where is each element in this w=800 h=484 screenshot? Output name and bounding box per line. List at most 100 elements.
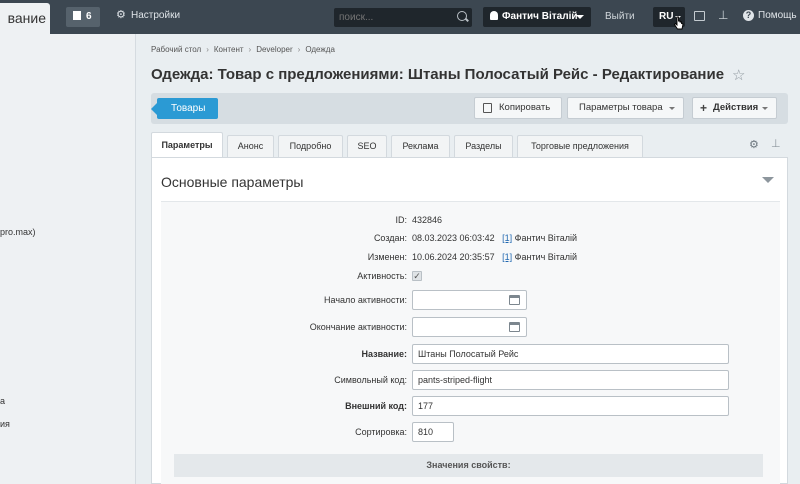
user-name: Фантич Віталій bbox=[502, 11, 578, 22]
created-user-link[interactable]: [1] bbox=[502, 233, 512, 243]
chevron-down-icon bbox=[762, 107, 768, 110]
actions-label: Действия bbox=[713, 102, 759, 113]
tab-seo[interactable]: SEO bbox=[347, 135, 387, 157]
gear-icon: ⚙ bbox=[116, 9, 126, 21]
left-menu-item[interactable]: pro.max) bbox=[0, 227, 36, 237]
edit-panel: Основные параметры ID: 432846 Создан: 08… bbox=[151, 157, 788, 484]
back-to-list-button[interactable]: Товары bbox=[151, 98, 218, 119]
id-value: 432846 bbox=[412, 215, 443, 225]
active-checkbox[interactable]: ✓ bbox=[412, 271, 422, 281]
gear-icon[interactable]: ⚙ bbox=[749, 138, 759, 151]
tab-advertising[interactable]: Реклама bbox=[391, 135, 450, 157]
properties-heading: Значения свойств: bbox=[174, 454, 763, 477]
sort-label: Сортировка: bbox=[355, 427, 407, 437]
tab-trade-offers[interactable]: Торговые предложения bbox=[517, 135, 643, 157]
chevron-down-icon bbox=[576, 15, 584, 19]
code-label: Символьный код: bbox=[334, 375, 407, 385]
star-icon[interactable]: ☆ bbox=[732, 66, 745, 84]
notification-icon bbox=[73, 11, 81, 20]
modified-user-link[interactable]: [1] bbox=[502, 252, 512, 262]
section-title: Основные параметры bbox=[161, 174, 304, 190]
breadcrumb-item[interactable]: Контент bbox=[214, 45, 244, 54]
search-icon[interactable] bbox=[457, 11, 467, 21]
calendar-icon[interactable] bbox=[509, 322, 520, 332]
breadcrumb: Рабочий стол › Контент › Developer › Одежда bbox=[151, 45, 335, 54]
created-value: 08.03.2023 06:03:42 [1] Фантич Віталій bbox=[412, 228, 577, 248]
toolbar: Товары Копировать Параметры товара + Дейс… bbox=[151, 93, 788, 124]
page-title: Одежда: Товар с предложениями: Штаны Пол… bbox=[151, 66, 725, 83]
user-icon bbox=[490, 11, 498, 20]
modified-user: Фантич Віталій bbox=[514, 252, 578, 262]
left-menu-item[interactable]: ия bbox=[0, 419, 10, 429]
calendar-icon[interactable] bbox=[509, 295, 520, 305]
collapse-icon[interactable] bbox=[762, 177, 774, 183]
row-active: Активность: ✓ bbox=[161, 266, 780, 286]
notifications-count: 6 bbox=[86, 11, 92, 22]
active-label: Активность: bbox=[357, 271, 407, 281]
row-active-start: Начало активности: bbox=[161, 290, 780, 310]
user-menu-button[interactable]: Фантич Віталій bbox=[483, 7, 591, 27]
left-menu: pro.max) а ия bbox=[0, 34, 136, 484]
tab-bar: Параметры Анонс Подробно SEO Реклама Раз… bbox=[151, 132, 788, 157]
language-label: RU bbox=[659, 11, 674, 22]
active-start-input[interactable] bbox=[412, 290, 527, 310]
row-code: Символьный код: pants-striped-flight bbox=[161, 370, 780, 390]
notifications-button[interactable]: 6 bbox=[66, 7, 100, 27]
top-bar: вание 6 ⚙Настройки Фантич Віталій Выйти … bbox=[0, 0, 800, 34]
pin-icon[interactable]: ⊥ bbox=[771, 137, 781, 150]
tab-params[interactable]: Параметры bbox=[151, 132, 223, 157]
row-sort: Сортировка: 810 bbox=[161, 422, 780, 442]
row-active-end: Окончание активности: bbox=[161, 317, 780, 337]
copy-label: Копировать bbox=[499, 102, 551, 113]
settings-label: Настройки bbox=[131, 10, 181, 21]
active-end-label: Окончание активности: bbox=[309, 322, 407, 332]
row-created: Создан: 08.03.2023 06:03:42 [1] Фантич В… bbox=[161, 228, 780, 248]
desktop-tab[interactable]: вание bbox=[0, 3, 50, 34]
row-modified: Изменен: 10.06.2024 20:35:57 [1] Фантич … bbox=[161, 247, 780, 267]
sort-input[interactable]: 810 bbox=[412, 422, 454, 442]
code-input[interactable]: pants-striped-flight bbox=[412, 370, 729, 390]
breadcrumb-separator-icon: › bbox=[297, 45, 301, 54]
search-input[interactable] bbox=[334, 8, 449, 27]
tab-details[interactable]: Подробно bbox=[278, 135, 343, 157]
active-end-input[interactable] bbox=[412, 317, 527, 337]
pin-icon[interactable]: ⊥ bbox=[718, 8, 728, 22]
mouse-cursor-icon bbox=[673, 16, 684, 30]
search-box bbox=[334, 8, 472, 27]
product-params-button[interactable]: Параметры товара bbox=[567, 97, 684, 119]
name-label: Название: bbox=[361, 349, 407, 359]
help-label: Помощь bbox=[758, 10, 797, 21]
modified-label: Изменен: bbox=[367, 252, 407, 262]
help-link[interactable]: ? Помощь bbox=[743, 10, 797, 21]
product-params-label: Параметры товара bbox=[579, 102, 663, 113]
settings-link[interactable]: ⚙ Настройки bbox=[116, 9, 181, 22]
copy-button[interactable]: Копировать bbox=[474, 97, 562, 119]
logout-link[interactable]: Выйти bbox=[605, 11, 635, 22]
breadcrumb-item[interactable]: Рабочий стол bbox=[151, 45, 201, 54]
chevron-down-icon bbox=[669, 107, 675, 110]
created-user: Фантич Віталій bbox=[514, 233, 578, 243]
tab-sections[interactable]: Разделы bbox=[454, 135, 513, 157]
actions-button[interactable]: + Действия bbox=[692, 97, 777, 119]
breadcrumb-item[interactable]: Developer bbox=[256, 45, 292, 54]
name-input[interactable]: Штаны Полосатый Рейс bbox=[412, 344, 729, 364]
xml-id-input[interactable]: 177 bbox=[412, 396, 729, 416]
created-date: 08.03.2023 06:03:42 bbox=[412, 233, 495, 243]
breadcrumb-separator-icon: › bbox=[206, 45, 209, 54]
active-start-label: Начало активности: bbox=[324, 295, 407, 305]
help-icon: ? bbox=[743, 10, 754, 21]
modified-date: 10.06.2024 20:35:57 bbox=[412, 252, 495, 262]
plus-icon: + bbox=[700, 101, 708, 115]
copy-icon bbox=[483, 103, 492, 113]
row-name: Название: Штаны Полосатый Рейс bbox=[161, 344, 780, 364]
form-area: ID: 432846 Создан: 08.03.2023 06:03:42 [… bbox=[161, 201, 780, 484]
breadcrumb-item[interactable]: Одежда bbox=[305, 45, 335, 54]
id-label: ID: bbox=[395, 215, 407, 225]
tab-announce[interactable]: Анонс bbox=[227, 135, 274, 157]
xml-id-label: Внешний код: bbox=[345, 401, 407, 411]
modified-value: 10.06.2024 20:35:57 [1] Фантич Віталій bbox=[412, 247, 577, 267]
row-id: ID: 432846 bbox=[161, 210, 780, 230]
created-label: Создан: bbox=[373, 233, 407, 243]
window-icon[interactable] bbox=[694, 11, 705, 21]
left-menu-item[interactable]: а bbox=[0, 396, 5, 406]
